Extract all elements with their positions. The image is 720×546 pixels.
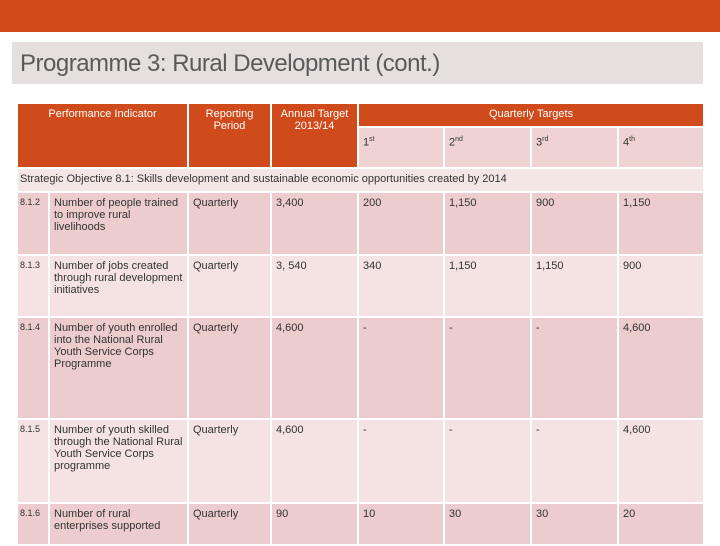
row-q1: - [357,316,445,420]
objective-text: Strategic Objective 8.1: Skills developm… [15,167,706,193]
header-annual: Annual Target 2013/14 [270,102,359,169]
header-q3: 3rd [530,126,619,169]
table-row: 8.1.2 Number of people trained to improve… [16,191,706,256]
row-annual: 3,400 [270,191,359,256]
row-q2: 1,150 [443,254,532,318]
row-annual: 3, 540 [270,254,359,318]
header-q2: 2nd [443,126,532,169]
row-period: Quarterly [187,502,272,546]
row-period: Quarterly [187,191,272,256]
row-q4: 4,600 [616,418,706,504]
targets-table: Performance Indicator Reporting Period A… [15,102,706,546]
row-id: 8.1.3 [16,254,50,318]
row-period: Quarterly [187,316,272,420]
row-q3: 900 [530,191,619,256]
row-q2: - [443,316,532,420]
row-annual: 4,600 [270,418,359,504]
row-id: 8.1.6 [16,502,50,546]
row-id: 8.1.5 [16,418,50,504]
table-row: 8.1.6 Number of rural enterprises support… [16,502,706,546]
header-indicator: Performance Indicator [16,102,189,169]
row-q3: - [530,418,619,504]
row-q3: - [530,316,619,420]
row-q3: 30 [530,502,619,546]
row-indicator: Number of youth enrolled into the Nation… [48,316,189,420]
row-q4: 1,150 [616,191,706,256]
row-q4: 20 [616,502,706,546]
row-id: 8.1.2 [16,191,50,256]
title-box: Programme 3: Rural Development (cont.) [12,42,703,84]
table-row: 8.1.5 Number of youth skilled through the… [16,418,706,504]
header-q4: 4th [616,126,706,169]
header-q1: 1st [357,126,445,169]
row-id: 8.1.4 [16,316,50,420]
row-indicator: Number of people trained to improve rura… [48,191,189,256]
table-row: 8.1.4 Number of youth enrolled into the N… [16,316,706,420]
row-q1: 340 [357,254,445,318]
row-period: Quarterly [187,254,272,318]
row-indicator: Number of jobs created through rural dev… [48,254,189,318]
row-q4: 4,600 [616,316,706,420]
table-row: 8.1.3 Number of jobs created through rura… [16,254,706,318]
row-indicator: Number of youth skilled through the Nati… [48,418,189,504]
row-q3: 1,150 [530,254,619,318]
page-title: Programme 3: Rural Development (cont.) [20,50,440,77]
row-q2: 1,150 [443,191,532,256]
row-q1: 10 [357,502,445,546]
objective-row: Strategic Objective 8.1: Skills developm… [15,167,706,193]
header-period: Reporting Period [187,102,272,169]
row-annual: 90 [270,502,359,546]
row-q1: - [357,418,445,504]
top-accent-bar [0,0,720,32]
row-annual: 4,600 [270,316,359,420]
row-q1: 200 [357,191,445,256]
row-period: Quarterly [187,418,272,504]
row-q2: 30 [443,502,532,546]
row-q4: 900 [616,254,706,318]
row-indicator: Number of rural enterprises supported [48,502,189,546]
row-q2: - [443,418,532,504]
header-quarterly: Quarterly Targets [356,102,706,128]
